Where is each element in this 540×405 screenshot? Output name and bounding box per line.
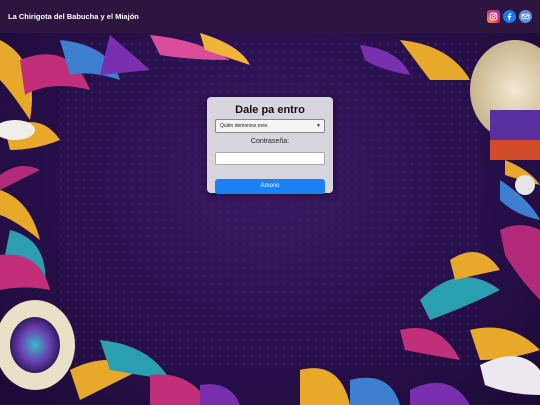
facebook-icon (507, 13, 512, 21)
site-title: La Chirigota del Babucha y el Miajón (8, 12, 139, 21)
social-links (487, 10, 532, 23)
facebook-link[interactable] (503, 10, 516, 23)
login-panel: Dale pa entro Quién demonios eres ▼ Cont… (207, 97, 333, 194)
instagram-link[interactable] (487, 10, 500, 23)
email-link[interactable] (519, 10, 532, 23)
user-select[interactable]: Quién demonios eres ▼ (215, 119, 325, 133)
carnival-decoration (0, 33, 540, 405)
user-select-value: Quién demonios eres (220, 123, 268, 129)
login-title: Dale pa entro (235, 104, 305, 116)
password-label: Contraseña: (250, 138, 290, 145)
submit-button[interactable]: Amono (215, 178, 325, 194)
chevron-down-icon: ▼ (316, 123, 321, 129)
password-field[interactable] (215, 151, 325, 165)
instagram-icon (489, 12, 498, 21)
top-bar: La Chirigota del Babucha y el Miajón (0, 0, 540, 33)
mail-icon (521, 13, 530, 20)
